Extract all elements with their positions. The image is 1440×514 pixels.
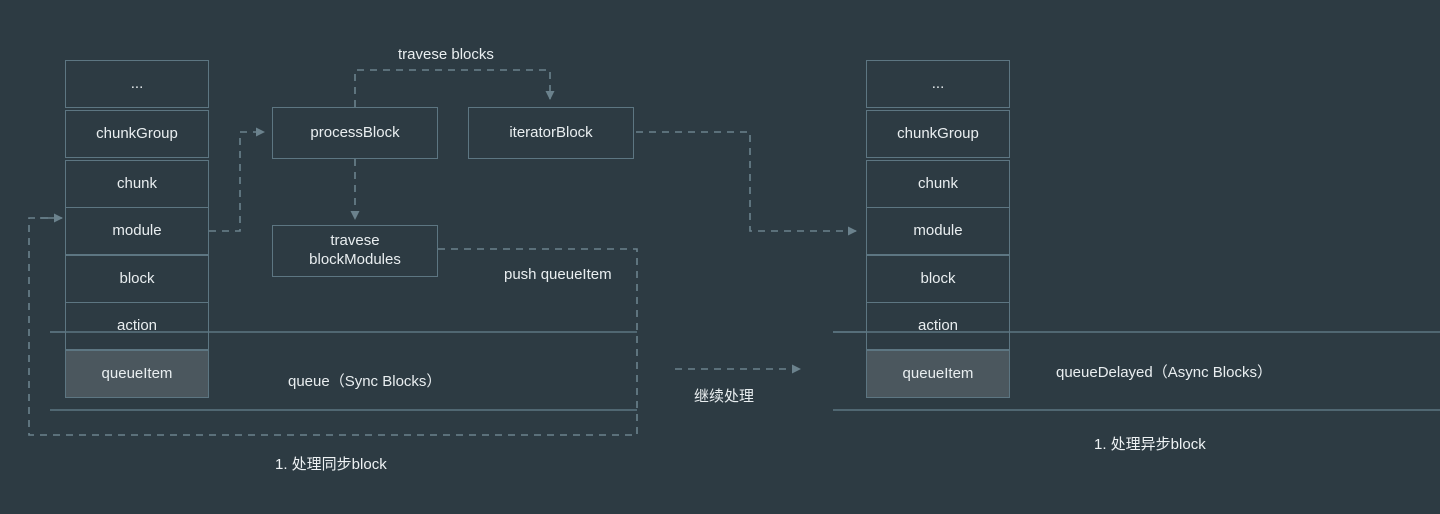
edge-module-to-process-block	[209, 127, 265, 232]
travese-block-modules-label-line1: travese	[330, 232, 380, 250]
async-stack-cell-2[interactable]: chunk	[866, 160, 1010, 208]
caption-sync: 1. 处理同步block	[275, 456, 387, 473]
diagram-canvas: ... chunkGroup chunk module block action…	[0, 0, 1440, 514]
edge-label-travese-blocks: travese blocks	[398, 46, 494, 63]
sync-stack-cell-label: ...	[130, 74, 144, 92]
edge-label-continue-process: 继续处理	[694, 388, 755, 405]
sync-stack-cell-label: chunkGroup	[96, 124, 178, 142]
sync-stack-cell-6[interactable]: queueItem	[65, 350, 209, 398]
sync-stack-cell-1[interactable]: chunkGroup	[65, 110, 209, 158]
async-stack-cell-1[interactable]: chunkGroup	[866, 110, 1010, 158]
async-stack-cell-label: queueItem	[902, 364, 974, 382]
connector-layer	[28, 69, 1440, 436]
sync-stack-cell-0[interactable]: ...	[65, 60, 209, 108]
process-block-label: processBlock	[310, 123, 400, 141]
travese-block-modules-label-line2: blockModules	[309, 251, 401, 268]
edge-iterator-block-to-async-stack	[636, 131, 857, 236]
async-stack-cell-5[interactable]: action	[866, 302, 1010, 350]
sync-stack-cell-label: queueItem	[101, 364, 173, 382]
sync-stack-cell-5[interactable]: action	[65, 302, 209, 350]
iterator-block-label: iteratorBlock	[509, 123, 593, 141]
sync-stack-cell-label: block	[119, 269, 155, 287]
async-stack-cell-label: chunkGroup	[897, 124, 979, 142]
sync-stack-cell-2[interactable]: chunk	[65, 160, 209, 208]
async-stack-cell-label: ...	[931, 74, 945, 92]
edge-label-push-queue-item: push queueItem	[504, 266, 612, 283]
async-stack-cell-label: module	[913, 221, 963, 239]
async-stack-cell-6[interactable]: queueItem	[866, 350, 1010, 398]
sync-stack-cell-label: chunk	[116, 174, 158, 192]
async-stack-cell-label: block	[920, 269, 956, 287]
sync-stack-cell-label: module	[112, 221, 162, 239]
sync-stack-cell-4[interactable]: block	[65, 255, 209, 303]
async-stack-cell-3[interactable]: module	[866, 207, 1010, 255]
sync-stack-cell-label: action	[116, 316, 158, 334]
async-stack-cell-4[interactable]: block	[866, 255, 1010, 303]
caption-async: 1. 处理异步block	[1094, 436, 1206, 453]
iterator-block-node[interactable]: iteratorBlock	[468, 107, 634, 159]
travese-block-modules-node[interactable]: travese blockModules	[272, 225, 438, 277]
edge-travese-blocks	[354, 69, 555, 107]
async-stack-cell-label: action	[917, 316, 959, 334]
process-block-node[interactable]: processBlock	[272, 107, 438, 159]
async-stack-cell-label: chunk	[917, 174, 959, 192]
band-label-queue-delayed-async: queueDelayed（Async Blocks）	[1056, 364, 1272, 381]
async-stack-cell-0[interactable]: ...	[866, 60, 1010, 108]
band-label-queue-sync: queue（Sync Blocks）	[288, 373, 442, 390]
sync-stack-cell-3[interactable]: module	[65, 207, 209, 255]
